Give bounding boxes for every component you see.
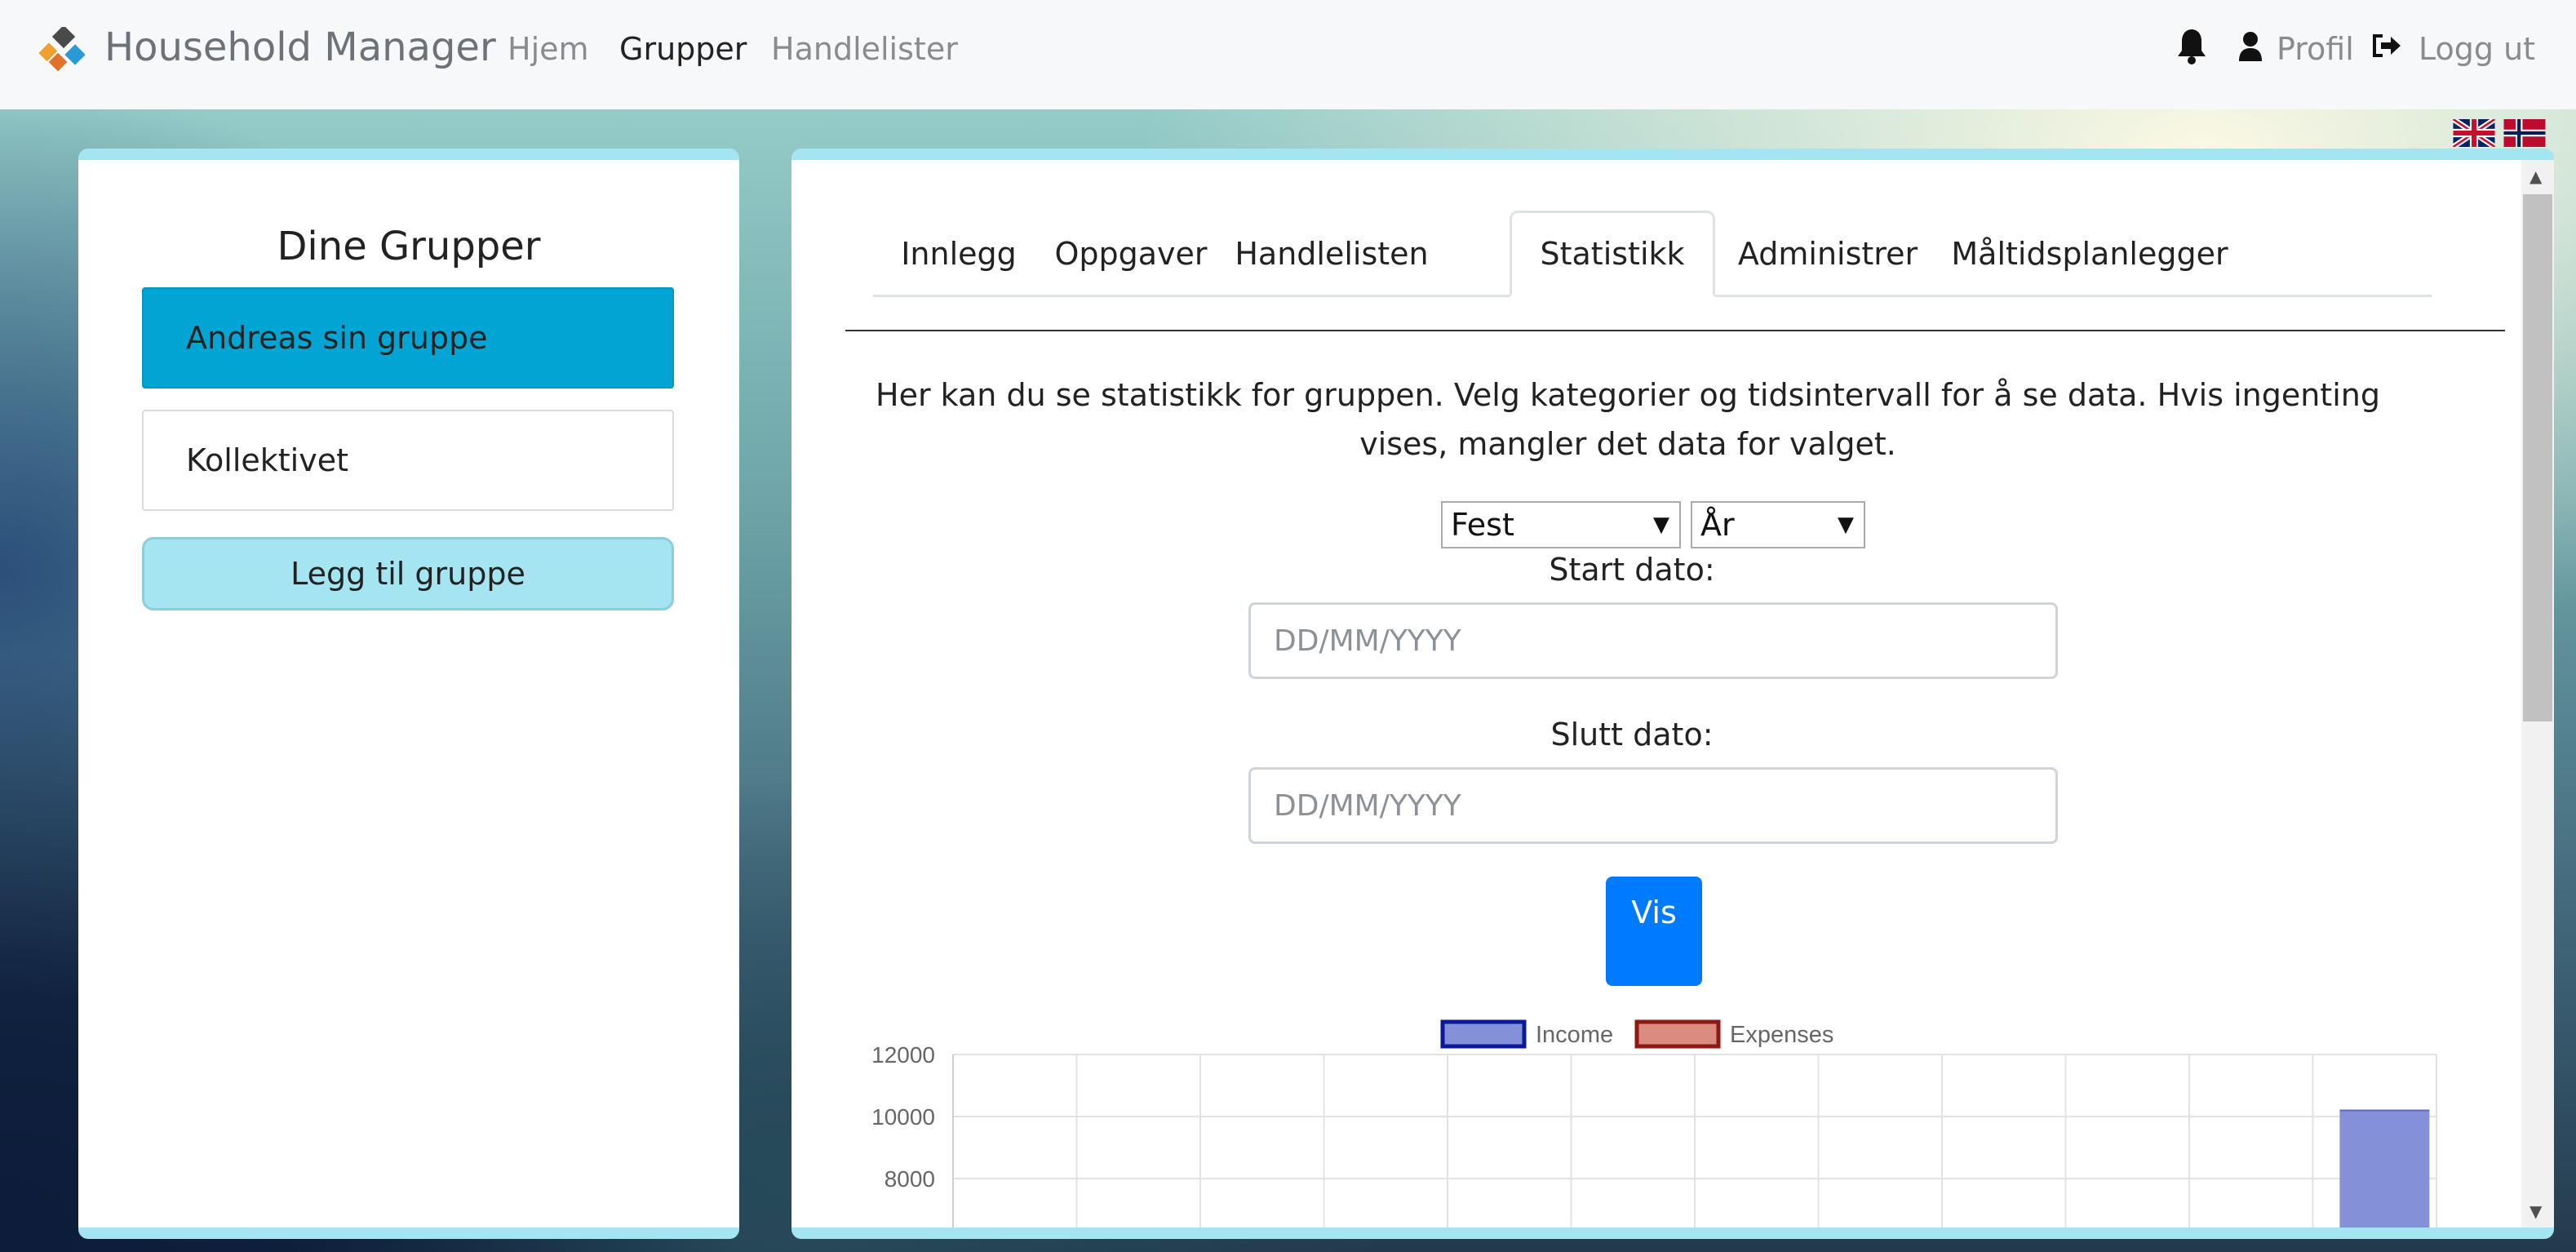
navbar: Household Manager Hjem Grupper Handlelis… [0, 0, 2576, 109]
legend-label: Income [1536, 1022, 1613, 1048]
app-logo-icon[interactable] [31, 27, 96, 78]
uk-flag-icon[interactable] [2453, 119, 2495, 147]
legend-swatch [1634, 1019, 1721, 1049]
bar-income [2339, 1110, 2430, 1228]
brand-name[interactable]: Household Manager [104, 24, 496, 70]
profile-link[interactable]: Profil [2277, 31, 2354, 67]
scrollbar-thumb[interactable] [2523, 194, 2552, 721]
legend-swatch [1440, 1019, 1527, 1049]
user-icon[interactable] [2237, 31, 2263, 62]
norway-flag-icon[interactable] [2503, 119, 2546, 147]
group-item-label: Kollektivet [186, 442, 348, 478]
group-item-label: Andreas sin gruppe [186, 320, 488, 356]
bell-icon[interactable] [2175, 28, 2208, 65]
y-tick-label: 12000 [871, 1042, 935, 1068]
scroll-up-icon[interactable]: ▲ [2529, 166, 2542, 186]
groups-panel: Dine Grupper Andreas sin gruppe Kollekti… [78, 149, 739, 1239]
group-item-andreas[interactable]: Andreas sin gruppe [142, 287, 674, 388]
groups-title: Dine Grupper [277, 224, 541, 269]
logout-icon[interactable] [2371, 33, 2402, 59]
logout-link[interactable]: Logg ut [2419, 31, 2535, 67]
statistics-chart: Income Expenses 12000 10000 8000 [871, 1019, 2437, 1228]
nav-link-groups[interactable]: Grupper [619, 31, 747, 67]
y-tick-label: 8000 [885, 1166, 935, 1192]
nav-link-shopping-lists[interactable]: Handlelister [771, 31, 958, 67]
scrollbar[interactable]: ▲ ▼ [2521, 160, 2554, 1228]
group-item-kollektivet[interactable]: Kollektivet [142, 410, 674, 511]
add-group-button[interactable]: Legg til gruppe [142, 537, 674, 610]
y-tick-label: 10000 [871, 1104, 935, 1130]
group-content-panel: Innlegg Oppgaver Handlelisten Statistikk… [791, 149, 2554, 1239]
nav-link-home[interactable]: Hjem [508, 31, 589, 67]
legend-label: Expenses [1730, 1022, 1833, 1048]
scroll-down-icon[interactable]: ▼ [2529, 1201, 2542, 1221]
